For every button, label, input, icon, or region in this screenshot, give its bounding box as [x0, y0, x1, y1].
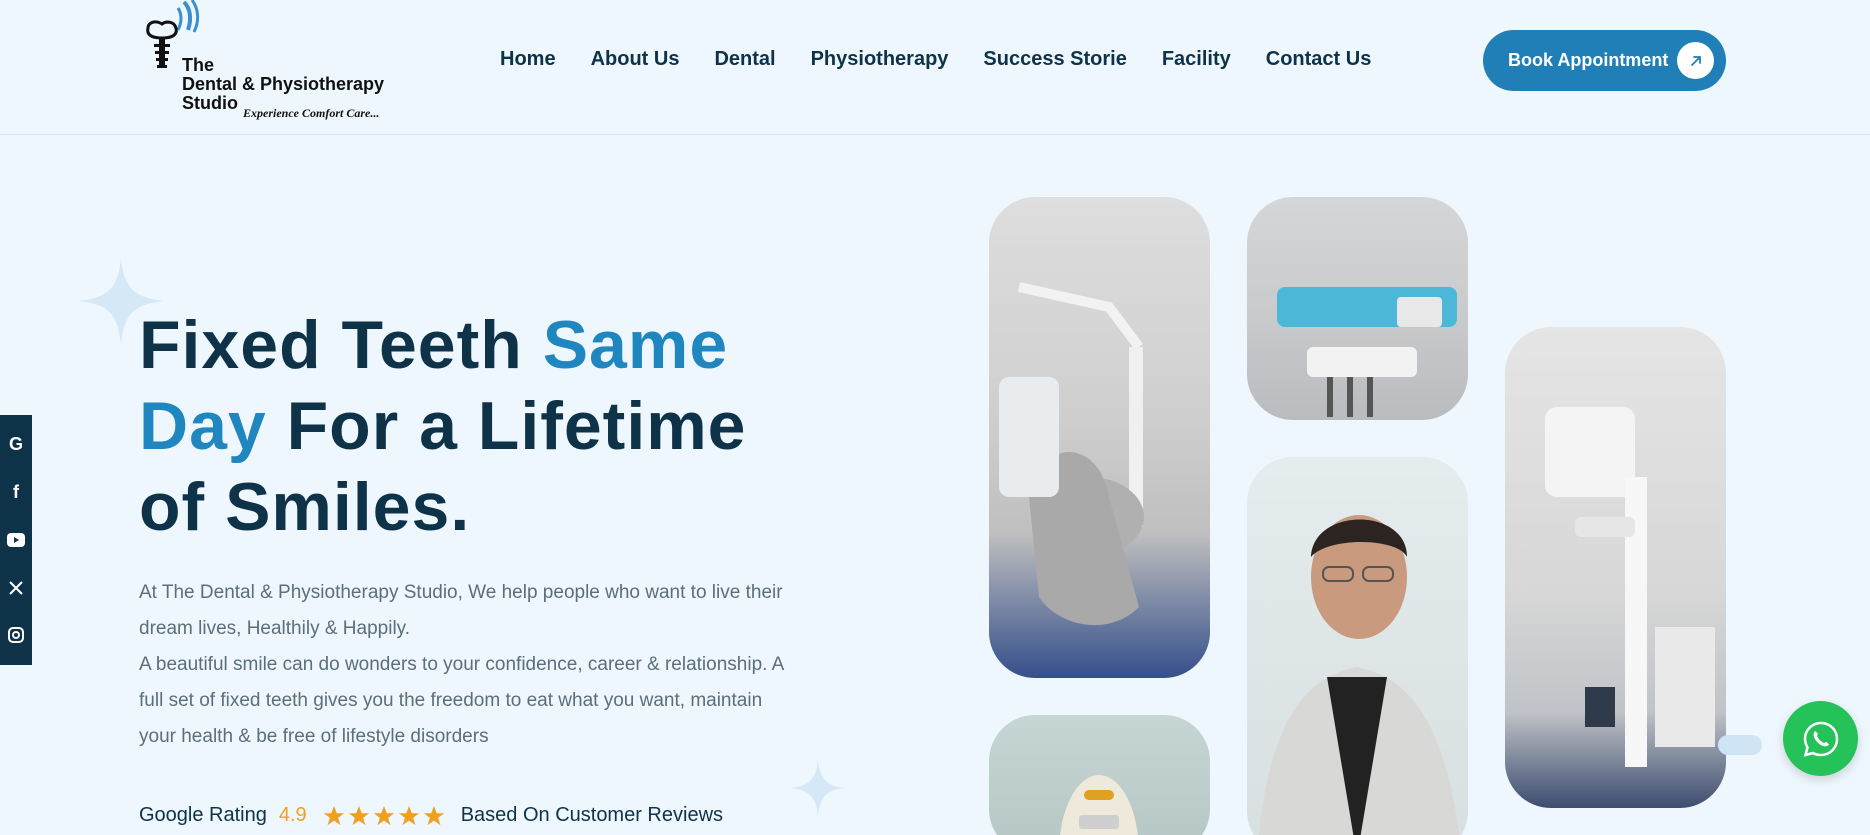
- decorative-shape: [1718, 735, 1762, 755]
- whatsapp-icon: [1803, 721, 1838, 757]
- logo[interactable]: The Dental & Physiotherapy Studio Experi…: [140, 0, 400, 125]
- hero-title-part1: Fixed Teeth: [139, 307, 543, 383]
- logo-text-name: Dental & Physiotherapy: [182, 74, 385, 94]
- dental-chair-photo: [989, 197, 1210, 678]
- google-rating: Google Rating 4.9 Based On Customer Revi…: [139, 804, 723, 827]
- hero-paragraph-1: At The Dental & Physiotherapy Studio, We…: [139, 582, 783, 639]
- star-icon: [323, 805, 344, 825]
- facebook-icon[interactable]: f: [7, 482, 25, 502]
- social-sidebar: G f: [0, 415, 32, 665]
- logo-text-the: The: [182, 55, 215, 75]
- main-nav: Home About Us Dental Physiotherapy Succe…: [500, 48, 1406, 71]
- star-icon: [373, 805, 394, 825]
- star-icon: [348, 805, 369, 825]
- x-icon[interactable]: [7, 579, 25, 597]
- dental-equipment-photo: [1247, 197, 1468, 420]
- rating-stars: [323, 805, 445, 827]
- star-icon: [398, 805, 419, 825]
- star-icon: [423, 805, 444, 825]
- youtube-icon[interactable]: [7, 531, 25, 549]
- arrow-up-right-icon: [1677, 42, 1714, 79]
- nav-success-stories[interactable]: Success Storie: [983, 48, 1126, 71]
- logo-text-studio: Studio: [182, 93, 238, 113]
- google-icon[interactable]: G: [7, 434, 25, 454]
- instagram-icon[interactable]: [7, 626, 25, 644]
- whatsapp-button[interactable]: [1783, 701, 1858, 776]
- book-appointment-label: Book Appointment: [1508, 50, 1669, 70]
- nav-physiotherapy[interactable]: Physiotherapy: [811, 48, 949, 71]
- hero-title: Fixed Teeth Same Day For a Lifetime of S…: [139, 305, 779, 548]
- nav-dental[interactable]: Dental: [714, 48, 775, 71]
- rating-suffix: Based On Customer Reviews: [460, 804, 724, 826]
- rating-value: 4.9: [278, 804, 307, 826]
- doctor-portrait-photo: [1247, 457, 1468, 835]
- sparkle-decoration-icon: [790, 760, 846, 816]
- hero-title-part2: For a Lifetime: [266, 388, 747, 464]
- hero-title-part3: of Smiles.: [139, 469, 471, 545]
- hero-description: At The Dental & Physiotherapy Studio, We…: [139, 575, 799, 755]
- nav-home[interactable]: Home: [500, 48, 556, 71]
- nav-about-us[interactable]: About Us: [591, 48, 680, 71]
- hero-paragraph-2: A beautiful smile can do wonders to your…: [139, 654, 784, 747]
- rating-label: Google Rating: [139, 804, 267, 826]
- xray-machine-photo: [1505, 327, 1726, 808]
- nav-facility[interactable]: Facility: [1162, 48, 1231, 71]
- dental-device-photo: [989, 715, 1210, 835]
- logo-tagline: Experience Comfort Care...: [243, 106, 380, 120]
- hero-title-accent-day: Day: [139, 388, 267, 464]
- site-header: The Dental & Physiotherapy Studio Experi…: [0, 0, 1870, 135]
- hero-title-accent-same: Same: [542, 307, 729, 383]
- nav-contact-us[interactable]: Contact Us: [1266, 48, 1372, 71]
- book-appointment-button[interactable]: Book Appointment: [1483, 30, 1726, 91]
